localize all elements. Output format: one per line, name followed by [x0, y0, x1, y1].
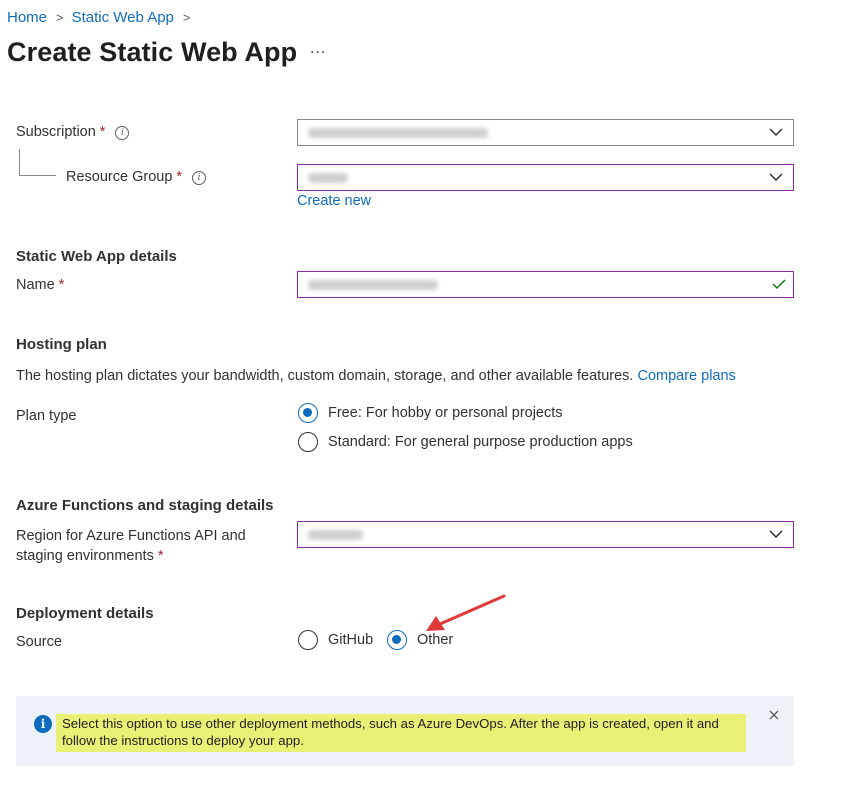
redacted-value — [308, 529, 363, 540]
functions-section-title: Azure Functions and staging details — [16, 497, 274, 514]
close-icon[interactable] — [768, 709, 780, 721]
breadcrumb-static-web-app-link[interactable]: Static Web App — [72, 9, 174, 26]
plan-type-label: Plan type — [16, 408, 77, 424]
chevron-down-icon — [769, 173, 783, 181]
radio-button[interactable] — [298, 432, 318, 452]
hosting-description: The hosting plan dictates your bandwidth… — [16, 368, 736, 384]
info-icon[interactable]: i — [115, 126, 130, 140]
red-arrow-annotation — [426, 594, 506, 631]
details-section-title: Static Web App details — [16, 248, 177, 265]
region-label-line1: Region for Azure Functions API and — [16, 528, 246, 544]
subscription-label-text: Subscription — [16, 124, 96, 140]
plan-free-label: Free: For hobby or personal projects — [328, 405, 563, 421]
chevron-down-icon — [769, 530, 783, 538]
info-message-line2: follow the instructions to deploy your a… — [62, 733, 304, 748]
page-title: Create Static Web App — [7, 37, 298, 67]
info-message-bar: i Select this option to use other deploy… — [16, 696, 794, 766]
info-message-line1: Select this option to use other deployme… — [62, 716, 719, 731]
source-github-radio-option[interactable]: GitHub — [298, 630, 373, 650]
plan-standard-label: Standard: For general purpose production… — [328, 434, 633, 450]
resource-group-label-text: Resource Group — [66, 169, 173, 185]
breadcrumb-separator-icon: > — [56, 10, 64, 25]
create-new-link[interactable]: Create new — [297, 193, 371, 209]
checkmark-icon — [772, 279, 786, 290]
radio-button[interactable] — [298, 630, 318, 650]
deployment-section-title: Deployment details — [16, 605, 154, 622]
redacted-value — [308, 172, 348, 183]
subscription-label: Subscription * i — [16, 124, 130, 140]
breadcrumb-separator-icon: > — [182, 10, 191, 25]
info-message-text: Select this option to use other deployme… — [56, 714, 746, 752]
plan-standard-radio-option[interactable]: Standard: For general purpose production… — [298, 432, 633, 452]
hosting-description-text: The hosting plan dictates your bandwidth… — [16, 368, 634, 384]
chevron-down-icon — [769, 128, 783, 136]
subscription-dropdown[interactable] — [297, 119, 794, 146]
info-icon: i — [34, 715, 52, 733]
name-label: Name * — [16, 277, 64, 293]
source-github-label: GitHub — [328, 632, 374, 648]
plan-free-radio-option[interactable]: Free: For hobby or personal projects — [298, 403, 563, 423]
region-dropdown[interactable] — [297, 521, 794, 548]
required-marker: * — [157, 548, 164, 564]
breadcrumb: Home > Static Web App > — [7, 9, 199, 26]
hosting-section-title: Hosting plan — [16, 336, 107, 353]
required-marker: * — [176, 169, 183, 185]
radio-button-checked[interactable] — [298, 403, 318, 423]
breadcrumb-home-link[interactable]: Home — [7, 9, 47, 26]
name-label-text: Name — [16, 277, 55, 293]
resource-group-dropdown[interactable] — [297, 164, 794, 191]
info-icon[interactable]: i — [192, 171, 207, 185]
region-label: Region for Azure Functions API and stagi… — [16, 526, 246, 566]
region-label-line2: staging environments — [16, 548, 154, 564]
required-marker: * — [99, 124, 106, 140]
resource-group-label: Resource Group * i — [66, 169, 207, 185]
tree-connector — [19, 175, 56, 176]
more-options-button[interactable]: ... — [310, 40, 326, 58]
redacted-value — [308, 279, 438, 290]
compare-plans-link[interactable]: Compare plans — [637, 368, 735, 384]
redacted-value — [308, 127, 488, 138]
required-marker: * — [58, 277, 65, 293]
tree-connector — [19, 149, 20, 175]
name-input[interactable] — [297, 271, 794, 298]
source-label: Source — [16, 634, 62, 650]
